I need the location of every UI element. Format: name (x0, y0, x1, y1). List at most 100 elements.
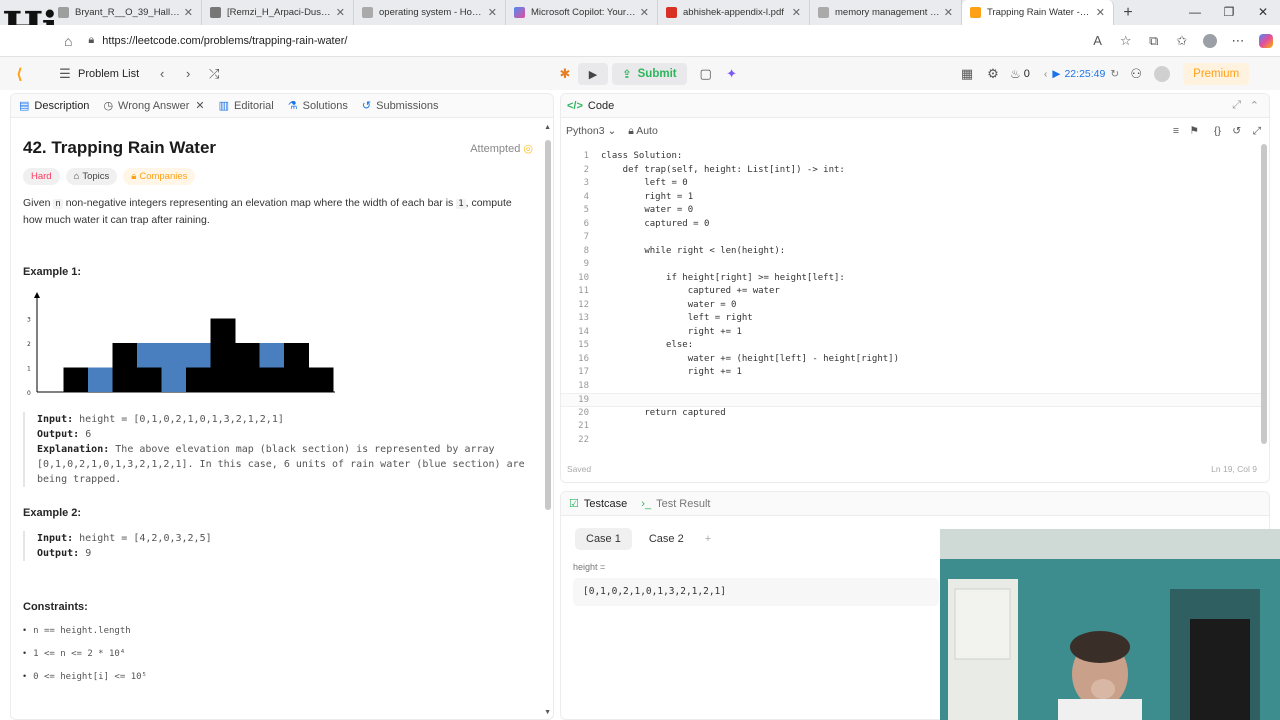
url-field[interactable]: 🔒︎ https://leetcode.com/problems/trappin… (88, 30, 1023, 52)
code-line[interactable]: 9 (561, 258, 1261, 272)
bookmark-icon[interactable]: ⚑ (1190, 125, 1199, 137)
user-avatar[interactable] (1149, 66, 1175, 83)
case-1-tab[interactable]: Case 1 (575, 528, 632, 550)
scrollbar-thumb[interactable] (545, 140, 551, 510)
testcase-tab[interactable]: Testcase (584, 498, 627, 510)
param-input[interactable]: [0,1,0,2,1,0,1,3,2,1,2,1] (573, 578, 939, 606)
close-tab-icon[interactable]: ✕ (944, 6, 953, 19)
close-tab-icon[interactable]: ✕ (1096, 6, 1105, 19)
test-result-tab[interactable]: Test Result (656, 498, 710, 510)
description-scrollbar[interactable]: ▲ ▼ (544, 124, 551, 716)
minimize-button[interactable]: — (1178, 0, 1212, 25)
browser-tab-active[interactable]: Trapping Rain Water - Leet ✕ (962, 0, 1114, 25)
browser-tab[interactable]: operating system - How to ✕ (354, 0, 506, 25)
extensions-icon[interactable]: ⧉ (1140, 33, 1168, 49)
browser-tab[interactable]: Microsoft Copilot: Your AI c ✕ (506, 0, 658, 25)
timer[interactable]: ‹ ▶ 22:25:49 ↻ (1044, 68, 1119, 80)
close-icon[interactable]: ✕ (195, 99, 204, 112)
code-line[interactable]: 11 captured += water (561, 285, 1261, 299)
browser-tab[interactable]: Bryant_R__O_39_Hallaron_B ✕ (50, 0, 202, 25)
braces-icon[interactable]: {} (1214, 125, 1221, 137)
code-line[interactable]: 22 (561, 434, 1261, 448)
reset-code-icon[interactable]: ↺ (1232, 125, 1241, 137)
tab-wrong-answer[interactable]: ◷ Wrong Answer ✕ (103, 99, 204, 113)
code-line[interactable]: 10 if height[right] >= height[left]: (561, 272, 1261, 286)
code-editor[interactable]: 1 class Solution: 2 def trap(self, height:… (561, 150, 1261, 447)
maximize-button[interactable]: ❐ (1212, 0, 1246, 25)
problem-title[interactable]: 42. Trapping Rain Water (23, 138, 533, 158)
topics-tag[interactable]: ⌂ Topics (65, 168, 118, 185)
code-line[interactable]: 21 (561, 420, 1261, 434)
code-line[interactable]: 18 (561, 380, 1261, 394)
close-tab-icon[interactable]: ✕ (488, 6, 497, 19)
profile-avatar[interactable] (1196, 33, 1224, 49)
browser-tab[interactable]: memory management - Ho ✕ (810, 0, 962, 25)
shuffle-icon[interactable]: ⤮ (201, 66, 227, 82)
problem-list-button[interactable]: ☰ Problem List (52, 66, 139, 82)
code-line[interactable]: 5 water = 0 (561, 204, 1261, 218)
code-line[interactable]: 6 captured = 0 (561, 218, 1261, 232)
code-line[interactable]: 4 right = 1 (561, 191, 1261, 205)
copilot-icon[interactable] (1252, 33, 1280, 49)
browser-tab[interactable]: [Remzi_H_Arpaci-Dusseau, ✕ (202, 0, 354, 25)
code-line[interactable]: 14 right += 1 (561, 326, 1261, 340)
add-case-button[interactable]: + (705, 533, 711, 545)
code-line[interactable]: 19 (561, 393, 1261, 407)
home-icon[interactable]: ⌂ (56, 33, 80, 49)
close-tab-icon[interactable]: ✕ (792, 6, 801, 19)
case-2-tab[interactable]: Case 2 (638, 528, 695, 550)
code-line[interactable]: 2 def trap(self, height: List[int]) -> i… (561, 164, 1261, 178)
favorite-star-icon[interactable]: ☆ (1112, 33, 1140, 49)
tab-editorial[interactable]: ▥ Editorial (219, 99, 274, 113)
more-menu-icon[interactable]: ⋯ (1224, 33, 1252, 49)
code-line[interactable]: 3 left = 0 (561, 177, 1261, 191)
scroll-up-icon[interactable]: ▲ (544, 124, 551, 131)
close-tab-icon[interactable]: ✕ (640, 6, 649, 19)
layout-icon[interactable]: ▦ (954, 66, 980, 82)
code-line[interactable]: 16 water += (height[left] - height[right… (561, 353, 1261, 367)
code-line[interactable]: 13 left = right (561, 312, 1261, 326)
browser-tab[interactable]: abhishek-appendix-l.pdf ✕ (658, 0, 810, 25)
submit-label: Submit (637, 68, 677, 80)
inline-code: 1 (456, 199, 466, 209)
notes-icon[interactable]: ▢ (693, 66, 719, 82)
tab-solutions[interactable]: ⚗ Solutions (288, 99, 348, 113)
add-friend-icon[interactable]: ⚇ (1123, 66, 1149, 82)
code-line[interactable]: 12 water = 0 (561, 299, 1261, 313)
premium-button[interactable]: Premium (1183, 63, 1250, 85)
code-line[interactable]: 1 class Solution: (561, 150, 1261, 164)
code-line[interactable]: 17 right += 1 (561, 366, 1261, 380)
leetcode-logo[interactable]: ⟨ (16, 65, 38, 83)
mode-select[interactable]: 🔒︎ Auto (628, 125, 658, 138)
expand-icon[interactable]: ⤢ (1232, 99, 1241, 112)
favorites-icon[interactable]: ✩ (1168, 33, 1196, 49)
code-line[interactable]: 20 return captured (561, 407, 1261, 421)
language-select[interactable]: Python3 ⌄ (566, 125, 616, 137)
streak-counter[interactable]: ♨ 0 (1010, 67, 1030, 81)
debug-icon[interactable]: ✱ (552, 66, 578, 82)
code-line[interactable]: 7 (561, 231, 1261, 245)
collapse-icon[interactable]: ⌃ (1250, 99, 1259, 112)
read-aloud-icon[interactable]: A (1084, 33, 1112, 48)
format-icon[interactable]: ≡ (1173, 125, 1179, 137)
fullscreen-icon[interactable]: ⤢ (1253, 125, 1261, 138)
scroll-down-icon[interactable]: ▼ (544, 709, 551, 716)
testcase-header: ☑ Testcase ›_ Test Result (561, 492, 1269, 516)
companies-tag[interactable]: 🔒︎ Companies (123, 168, 196, 185)
code-line[interactable]: 8 while right < len(height): (561, 245, 1261, 259)
new-tab-button[interactable]: + (1114, 0, 1142, 25)
prev-problem-icon[interactable]: ‹ (149, 66, 175, 81)
tab-description[interactable]: ▤ Description (19, 99, 89, 113)
next-problem-icon[interactable]: › (175, 66, 201, 81)
close-tab-icon[interactable]: ✕ (184, 6, 193, 19)
tab-submissions[interactable]: ↺ Submissions (362, 99, 439, 113)
submit-button[interactable]: ⇪ Submit (612, 63, 687, 85)
editor-scrollbar[interactable] (1261, 144, 1267, 444)
close-window-button[interactable]: ✕ (1246, 0, 1280, 25)
run-button[interactable]: ▶ (578, 63, 608, 85)
ai-sparkle-icon[interactable]: ✦ (719, 66, 745, 82)
code-line[interactable]: 15 else: (561, 339, 1261, 353)
settings-icon[interactable]: ⚙ (980, 66, 1006, 82)
close-tab-icon[interactable]: ✕ (336, 6, 345, 19)
